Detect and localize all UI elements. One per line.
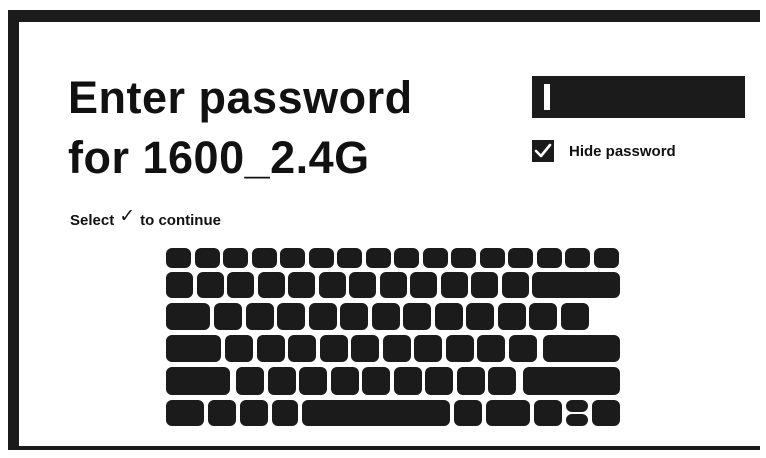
keyboard-key[interactable] [477,335,505,362]
arrow-right-key[interactable] [592,400,620,426]
keyboard-key[interactable] [471,272,498,298]
keyboard-key[interactable] [456,367,485,395]
keyboard-key[interactable] [257,272,285,298]
keyboard-key[interactable] [308,248,334,268]
keyboard-key[interactable] [451,248,476,268]
keyboard-key[interactable] [318,272,346,298]
keyboard-key[interactable] [319,335,348,362]
symbols-key[interactable] [166,400,204,426]
keyboard-key[interactable] [308,303,337,330]
keyboard-key[interactable] [371,303,400,330]
backspace-key[interactable] [532,272,620,298]
keyboard-key[interactable] [227,272,254,298]
title-line-1: Enter password [68,72,413,123]
keyboard-key[interactable] [240,400,268,426]
space-bar[interactable] [302,400,450,426]
page-title: Enter password for 1600_2.4G [68,68,413,188]
keyboard-key[interactable] [194,248,220,268]
keyboard-key[interactable] [223,248,248,268]
keyboard-key[interactable] [288,272,315,298]
keyboard-key[interactable] [280,248,305,268]
keyboard-key[interactable] [337,248,362,268]
tab-key[interactable] [166,303,210,330]
hint-suffix: to continue [140,212,221,229]
text-caret [544,84,550,110]
keyboard-key[interactable] [379,272,407,298]
keyboard-key[interactable] [166,248,191,268]
keyboard-key[interactable] [560,303,589,330]
hide-password-label: Hide password [569,142,676,160]
keyboard-key[interactable] [277,303,305,330]
keyboard-key[interactable] [166,272,193,298]
keyboard-key[interactable] [508,248,533,268]
keyboard-key[interactable] [440,272,468,298]
keyboard-key[interactable] [454,400,482,426]
keyboard-key[interactable] [272,400,298,426]
keyboard-key[interactable] [245,303,274,330]
keyboard-key[interactable] [382,335,411,362]
keyboard-key[interactable] [445,335,474,362]
keyboard-key[interactable] [422,248,448,268]
keyboard-key[interactable] [501,272,529,298]
keyboard-key[interactable] [340,303,368,330]
on-screen-keyboard [166,248,620,426]
keyboard-key[interactable] [251,248,277,268]
keyboard-key[interactable] [225,335,253,362]
keyboard-key[interactable] [508,335,537,362]
caps-key[interactable] [166,335,221,362]
keyboard-key[interactable] [214,303,242,330]
keyboard-key[interactable] [365,248,391,268]
keyboard-key[interactable] [466,303,494,330]
keyboard-key[interactable] [497,303,526,330]
hint-prefix: Select [70,212,115,229]
arrow-down-key[interactable] [566,414,588,426]
keyboard-key[interactable] [256,335,285,362]
arrow-left-key[interactable] [534,400,562,426]
checkmark-icon: ✓ [119,206,136,227]
shift-key[interactable] [166,367,230,395]
keyboard-key[interactable] [351,335,379,362]
keyboard-key[interactable] [267,367,296,395]
keyboard-key[interactable] [349,272,376,298]
keyboard-key[interactable] [330,367,359,395]
password-input[interactable] [532,76,745,118]
hide-password-checkbox[interactable] [532,140,554,162]
keyboard-key[interactable] [362,367,390,395]
checkbox-check-icon [534,143,552,158]
keyboard-key[interactable] [565,248,590,268]
keyboard-key[interactable] [593,248,619,268]
hide-password-toggle[interactable]: Hide password [532,140,676,162]
globe-key[interactable] [208,400,236,426]
keyboard-key[interactable] [529,303,557,330]
keyboard-key[interactable] [393,367,422,395]
keyboard-key[interactable] [488,367,516,395]
keyboard-key[interactable] [394,248,419,268]
keyboard-key[interactable] [479,248,505,268]
enter-key[interactable] [543,335,620,362]
arrow-up-key[interactable] [566,400,588,412]
title-line-2: for 1600_2.4G [68,132,370,183]
keyboard-key[interactable] [486,400,530,426]
shift-key-right[interactable] [522,367,620,395]
keyboard-key[interactable] [288,335,316,362]
keyboard-key[interactable] [236,367,264,395]
keyboard-key[interactable] [536,248,562,268]
keyboard-key[interactable] [434,303,463,330]
keyboard-key[interactable] [410,272,437,298]
keyboard-key[interactable] [403,303,431,330]
keyboard-key[interactable] [414,335,442,362]
keyboard-key[interactable] [299,367,327,395]
keyboard-key[interactable] [196,272,224,298]
continue-hint: Select ✓ to continue [70,206,221,232]
keyboard-key[interactable] [425,367,453,395]
